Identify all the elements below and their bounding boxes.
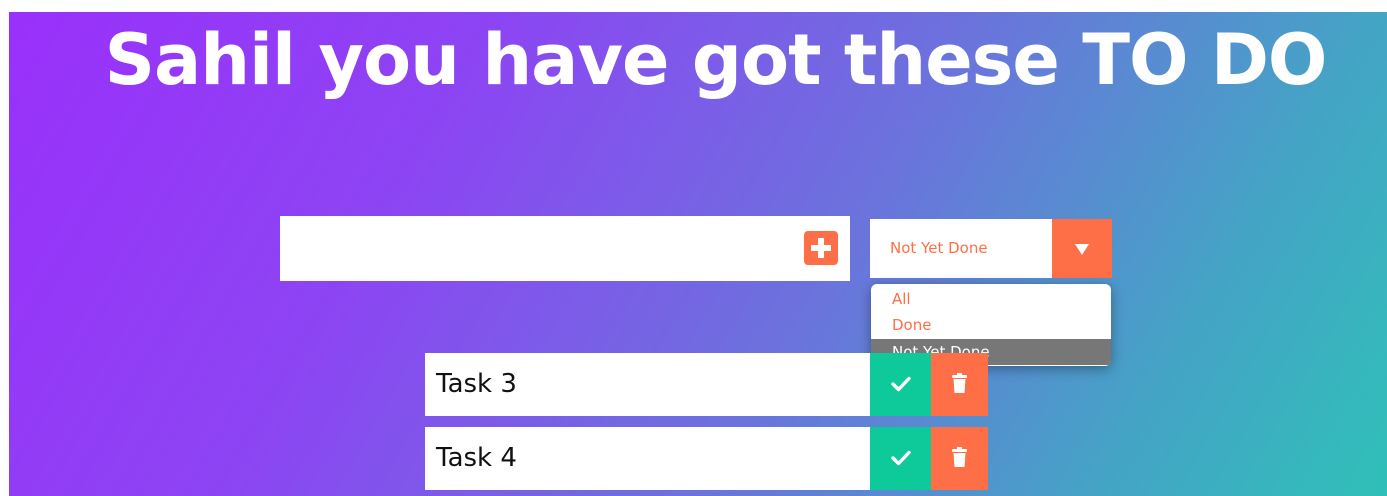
delete-button[interactable] xyxy=(931,353,988,416)
page-title: Sahil you have got these TO DO xyxy=(104,19,1328,101)
complete-button[interactable] xyxy=(870,427,931,490)
filter-select[interactable]: Not Yet Done xyxy=(870,219,1112,278)
filter-dropdown-button[interactable] xyxy=(1052,219,1112,278)
todo-item: Task 4 xyxy=(425,427,988,490)
delete-button[interactable] xyxy=(931,427,988,490)
filter-option-all[interactable]: All xyxy=(871,286,1111,312)
trash-icon xyxy=(952,447,967,467)
todo-input[interactable] xyxy=(280,216,790,281)
check-icon xyxy=(891,450,911,466)
todo-app: Sahil you have got these TO DO Not Yet D… xyxy=(9,12,1387,496)
todo-form xyxy=(280,216,850,281)
filter-option-done[interactable]: Done xyxy=(871,312,1111,338)
todo-text: Task 3 xyxy=(436,369,517,399)
todo-text-box: Task 3 xyxy=(425,353,870,416)
add-todo-button[interactable] xyxy=(804,231,838,265)
caret-down-icon xyxy=(1075,244,1089,255)
complete-button[interactable] xyxy=(870,353,931,416)
todo-text-box: Task 4 xyxy=(425,427,870,490)
todo-text: Task 4 xyxy=(436,443,517,473)
filter-selected-value: Not Yet Done xyxy=(890,239,988,257)
check-icon xyxy=(891,376,911,392)
trash-icon xyxy=(952,373,967,393)
todo-item: Task 3 xyxy=(425,353,988,416)
